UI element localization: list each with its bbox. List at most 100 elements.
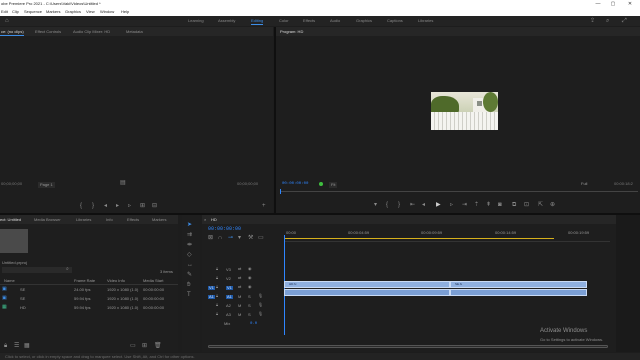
menu-window[interactable]: Window [100, 10, 114, 14]
extract-icon[interactable]: ⇞ [486, 202, 491, 208]
wrench-icon[interactable]: ⚒ [248, 235, 253, 241]
source-patch-a1[interactable]: A1 [208, 295, 215, 299]
mix-value[interactable]: 0.0 [250, 322, 257, 326]
tab-effect-controls[interactable]: Effect Controls [35, 30, 61, 34]
workspace-captions[interactable]: Captions [387, 19, 403, 23]
sync-lock-icon[interactable]: ⇄ [238, 285, 241, 289]
home-icon[interactable]: ⌂ [5, 18, 9, 24]
compare-icon[interactable]: ⧉ [512, 202, 516, 208]
go-to-in-icon[interactable]: ⇤ [410, 202, 415, 208]
search-icon[interactable]: ⌕ [606, 18, 609, 24]
resolution-select[interactable]: Full [581, 182, 587, 186]
tab-audio-clip-mixer[interactable]: Audio Clip Mixer: HD [73, 30, 110, 34]
captions-icon[interactable]: ▭ [258, 235, 264, 241]
delete-icon[interactable]: 🗑︎ [154, 343, 162, 349]
razor-tool-icon[interactable]: ◇ [187, 252, 192, 258]
tab-source[interactable]: ce: (no clips) [1, 30, 24, 34]
marker-icon[interactable]: ▾ [374, 202, 377, 208]
audio-clip[interactable] [284, 289, 450, 296]
close-sequence-icon[interactable]: × [204, 218, 206, 222]
program-scrubber[interactable] [280, 191, 638, 192]
overwrite-icon[interactable]: ⊟ [152, 203, 157, 209]
play-icon[interactable]: ▸ [116, 203, 119, 209]
lock-icon[interactable]: 🔒︎ [216, 285, 218, 289]
solo-button[interactable]: S [248, 304, 251, 308]
mark-out-icon[interactable]: } [92, 203, 94, 209]
insert-icon[interactable]: ⊞ [140, 203, 145, 209]
mark-in-icon[interactable]: { [386, 202, 388, 208]
work-area-bar[interactable] [284, 238, 554, 239]
slip-tool-icon[interactable]: ↔ [187, 262, 193, 268]
pen-tool-icon[interactable]: ✎ [187, 272, 192, 278]
track-label[interactable]: A1 [226, 295, 233, 299]
lift-icon[interactable]: ⇡ [474, 202, 479, 208]
tab-sequence[interactable]: HD [211, 218, 217, 222]
mark-in-icon[interactable]: { [80, 203, 82, 209]
new-bin-icon[interactable]: ▭ [130, 343, 136, 349]
track-label[interactable]: V1 [226, 286, 233, 290]
col-name[interactable]: Name [4, 279, 15, 283]
col-video-info[interactable]: Video Info [107, 279, 125, 283]
project-search-input[interactable] [2, 267, 72, 273]
tab-effects[interactable]: Effects [127, 218, 139, 222]
icon-view-icon[interactable]: ▦ [24, 343, 30, 349]
step-back-icon[interactable]: ◂ [422, 202, 425, 208]
eye-icon[interactable]: ◉ [248, 276, 252, 280]
video-clip[interactable]: HD.fx [284, 281, 450, 288]
safe-margins-icon[interactable]: ⊡ [524, 202, 529, 208]
workspace-audio[interactable]: Audio [330, 19, 340, 23]
source-timecode-in[interactable]: 00;00;00;00 [1, 182, 22, 186]
ripple-edit-tool-icon[interactable]: ⇹ [187, 242, 192, 248]
tab-project[interactable]: ect: Untitled [0, 218, 21, 222]
workspace-assembly[interactable]: Assembly [218, 19, 235, 23]
menu-edit[interactable]: Edit [1, 10, 8, 14]
sync-lock-icon[interactable]: ⇄ [238, 267, 241, 271]
lock-icon[interactable]: 🔒︎ [216, 303, 218, 307]
menu-view[interactable]: View [86, 10, 95, 14]
source-patch-v1[interactable]: V1 [208, 286, 215, 290]
menu-clip[interactable]: Clip [12, 10, 19, 14]
quick-export-icon[interactable]: ⇪ [590, 18, 595, 24]
eye-icon[interactable]: ◉ [248, 285, 252, 289]
tab-markers[interactable]: Markers [152, 218, 166, 222]
add-button-icon[interactable]: + [262, 203, 266, 209]
lock-icon[interactable]: 🔒︎ [4, 343, 7, 349]
sync-lock-icon[interactable]: ⇄ [238, 276, 241, 280]
snap-icon[interactable]: ∩ [218, 235, 222, 241]
mute-button[interactable]: M [238, 313, 241, 317]
table-row[interactable]: ▣ SE 59.94 fps 1920 x 1080 (1.0) 00:00:0… [0, 296, 178, 304]
col-frame-rate[interactable]: Frame Rate [74, 279, 95, 283]
linked-selection-icon[interactable]: ⊸ [228, 235, 233, 241]
vr-icon[interactable]: ⊕ [550, 202, 555, 208]
settings-icon[interactable]: ▤ [120, 180, 126, 186]
menu-markers[interactable]: Markers [46, 10, 60, 14]
type-tool-icon[interactable]: T [187, 292, 191, 298]
track-select-tool-icon[interactable]: ⇉ [187, 232, 192, 238]
tab-media-browser[interactable]: Media Browser [34, 218, 61, 222]
eye-icon[interactable]: ◉ [248, 267, 252, 271]
step-forward-icon[interactable]: ▹ [128, 203, 131, 209]
menu-graphics[interactable]: Graphics [65, 10, 81, 14]
track-label[interactable]: A2 [226, 304, 231, 308]
track-label[interactable]: V3 [226, 268, 231, 272]
solo-button[interactable]: S [248, 313, 251, 317]
step-back-icon[interactable]: ◂ [104, 203, 107, 209]
fullscreen-icon[interactable]: ⤢ [622, 18, 627, 24]
list-view-icon[interactable]: ☰ [14, 343, 19, 349]
search-icon[interactable]: ⌕ [66, 267, 69, 272]
mute-button[interactable]: M [238, 295, 241, 299]
table-row[interactable]: ▦ HD 59.94 fps 1920 x 1080 (1.0) 00:00:0… [0, 305, 178, 313]
lock-icon[interactable]: 🔒︎ [216, 267, 218, 271]
program-title[interactable]: Program: HD [280, 30, 303, 34]
timeline-timecode[interactable]: 00:00:00:00 [208, 227, 241, 232]
video-clip[interactable]: SE.fx [450, 281, 587, 288]
solo-button[interactable]: S [248, 295, 251, 299]
tab-info[interactable]: Info [106, 218, 113, 222]
workspace-color[interactable]: Color [279, 19, 289, 23]
track-label[interactable]: V2 [226, 277, 231, 281]
maximize-button[interactable]: ▢ [609, 1, 617, 7]
col-media-start[interactable]: Media Start [143, 279, 163, 283]
lock-icon[interactable]: 🔒︎ [216, 294, 218, 298]
nest-icon[interactable]: ⊠ [208, 235, 213, 241]
menu-sequence[interactable]: Sequence [24, 10, 42, 14]
